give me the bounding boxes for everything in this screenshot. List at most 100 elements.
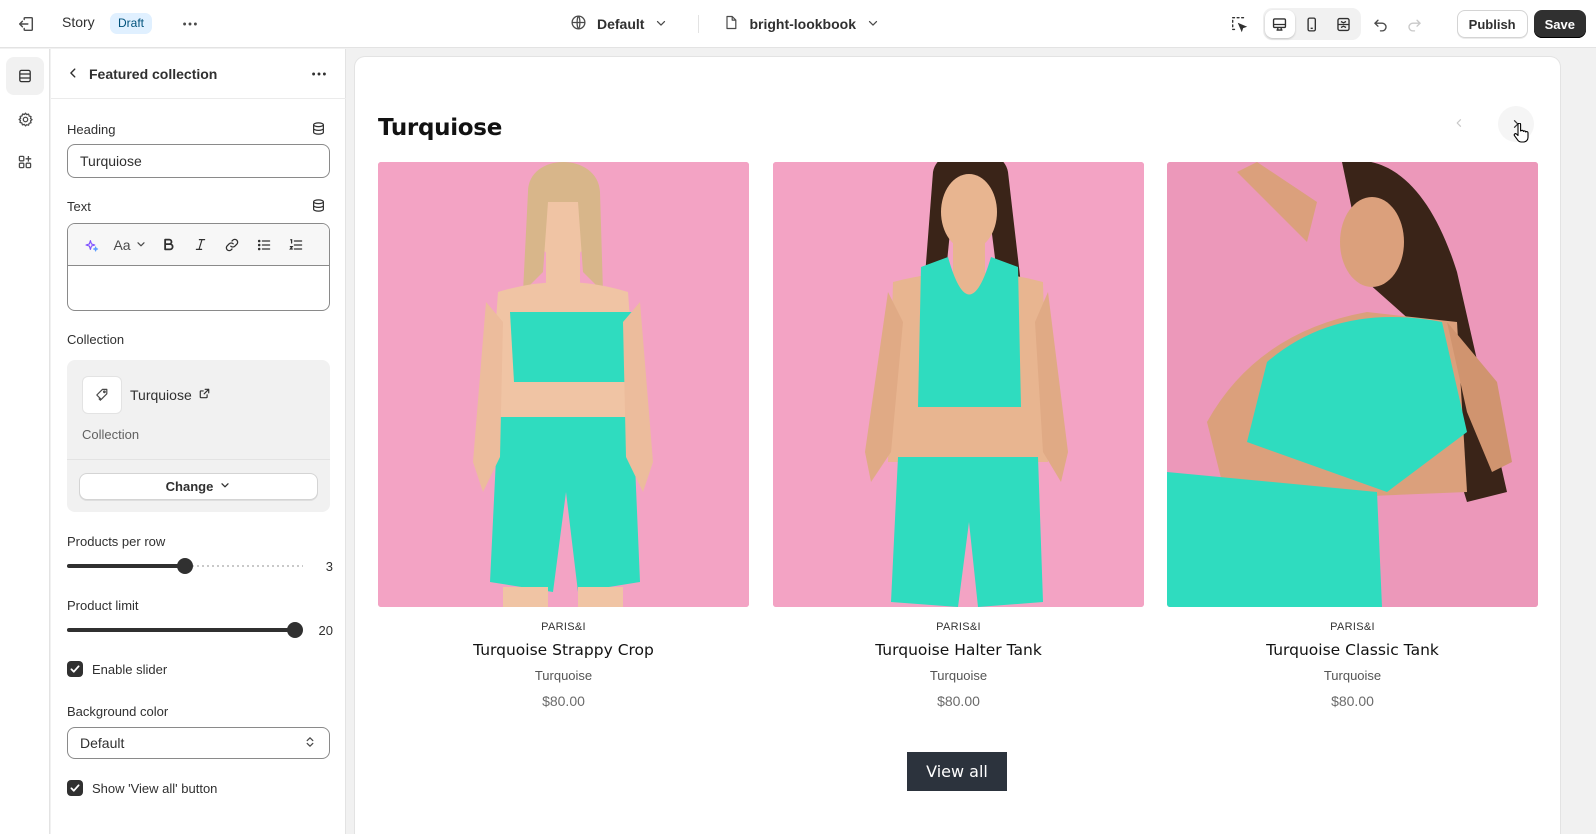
italic-icon[interactable] (184, 231, 216, 259)
font-style-dropdown[interactable]: Aa (108, 231, 152, 259)
numbered-list-icon[interactable] (280, 231, 312, 259)
redo-icon[interactable] (1401, 10, 1429, 38)
products-per-row-value: 3 (325, 559, 333, 574)
collection-link[interactable]: Turquiose (130, 387, 211, 403)
divider (67, 459, 330, 460)
enable-slider-label: Enable slider (92, 661, 168, 677)
left-rail (0, 49, 50, 834)
heading-input[interactable] (67, 144, 330, 178)
text-label: Text (67, 199, 91, 214)
product-limit-label: Product limit (67, 598, 139, 613)
product-image[interactable] (1167, 162, 1538, 607)
view-all-button[interactable]: View all (907, 752, 1007, 791)
top-bar: Story Draft Default bright-lookbook Publ… (0, 0, 1596, 48)
collection-type: Collection (82, 427, 140, 442)
storefront-preview: Turquiose PARIS&I Turquoise Strappy Crop… (355, 57, 1560, 834)
theme-template-selector: Default bright-lookbook (564, 10, 880, 38)
slider-thumb[interactable] (177, 558, 193, 574)
products-per-row-slider[interactable] (67, 558, 303, 574)
product-limit-value: 20 (318, 623, 333, 638)
chevron-down-icon (135, 237, 147, 253)
hand-cursor-icon (1513, 122, 1529, 146)
settings-icon[interactable] (6, 100, 44, 138)
database-icon[interactable] (310, 120, 326, 136)
collection-picker-card: Turquiose Collection Change (67, 360, 330, 512)
background-color-value: Default (80, 735, 125, 751)
template-label: bright-lookbook (749, 16, 856, 32)
bullet-list-icon[interactable] (248, 231, 280, 259)
arrow-left-icon[interactable] (1447, 111, 1471, 135)
divider (698, 15, 700, 33)
products-per-row-label: Products per row (67, 534, 166, 549)
product-title[interactable]: Turquoise Strappy Crop (378, 641, 749, 659)
sparkle-icon[interactable] (76, 231, 108, 259)
back-icon[interactable] (63, 63, 83, 83)
show-view-all-label: Show 'View all' button (92, 780, 218, 796)
product-image[interactable] (378, 162, 749, 607)
inspector-icon[interactable] (1225, 10, 1253, 38)
template-selector[interactable]: bright-lookbook (723, 14, 880, 34)
fullwidth-icon[interactable] (1329, 10, 1359, 38)
product-card[interactable]: PARIS&I Turquoise Classic Tank Turquoise… (1167, 162, 1538, 709)
product-title[interactable]: Turquoise Classic Tank (1167, 641, 1538, 659)
select-arrows-icon (303, 735, 317, 752)
publish-button[interactable]: Publish (1456, 10, 1528, 38)
product-vendor: PARIS&I (1330, 621, 1375, 633)
product-title[interactable]: Turquoise Halter Tank (773, 641, 1144, 659)
background-color-label: Background color (67, 704, 169, 719)
external-link-icon (198, 387, 211, 403)
product-variant: Turquoise (534, 668, 593, 683)
viewport-switcher (1262, 8, 1361, 40)
slider-fill (67, 628, 295, 632)
product-image[interactable] (773, 162, 1144, 607)
collection-label: Collection (67, 332, 125, 347)
tag-icon (82, 376, 122, 414)
theme-label: Default (597, 16, 645, 32)
slider-thumb[interactable] (287, 622, 303, 638)
product-vendor: PARIS&I (541, 621, 586, 633)
background-color-select[interactable]: Default (67, 727, 330, 759)
chevron-down-icon (866, 16, 880, 33)
collection-name: Turquiose (130, 387, 192, 403)
bold-icon[interactable] (152, 231, 184, 259)
apps-icon[interactable] (6, 143, 44, 181)
rich-text-editor: Aa (67, 223, 330, 311)
sections-icon[interactable] (6, 57, 44, 95)
product-card[interactable]: PARIS&I Turquoise Strappy Crop Turquoise… (378, 162, 749, 709)
change-label: Change (165, 479, 214, 494)
panel-header: Featured collection (51, 49, 346, 99)
enable-slider-checkbox-row[interactable]: Enable slider (67, 661, 167, 677)
page-icon (723, 14, 739, 34)
more-icon[interactable] (308, 63, 330, 85)
chevron-down-icon (219, 479, 231, 494)
checkmark-icon (70, 665, 80, 673)
product-price: $80.00 (937, 693, 980, 709)
globe-icon (570, 14, 587, 34)
toolbar-actions: Publish Save (1225, 8, 1586, 40)
product-card[interactable]: PARIS&I Turquoise Halter Tank Turquoise … (773, 162, 1144, 709)
status-badge: Draft (110, 13, 153, 34)
more-icon[interactable] (178, 12, 202, 36)
change-collection-button[interactable]: Change (79, 473, 318, 500)
panel-title: Featured collection (89, 66, 218, 82)
link-icon[interactable] (216, 231, 248, 259)
undo-icon[interactable] (1367, 10, 1395, 38)
product-limit-slider[interactable] (67, 622, 303, 638)
checkmark-icon (70, 784, 80, 792)
chevron-down-icon (654, 16, 668, 33)
section-heading: Turquiose (378, 115, 502, 141)
show-view-all-checkbox[interactable] (67, 780, 83, 796)
show-view-all-checkbox-row[interactable]: Show 'View all' button (67, 780, 217, 796)
theme-selector[interactable]: Default (564, 14, 674, 34)
database-icon[interactable] (310, 197, 326, 213)
product-price: $80.00 (542, 693, 585, 709)
enable-slider-checkbox[interactable] (67, 661, 83, 677)
mobile-icon[interactable] (1297, 10, 1327, 38)
slider-fill (67, 564, 185, 568)
save-button[interactable]: Save (1533, 10, 1586, 38)
product-variant: Turquoise (929, 668, 988, 683)
heading-label: Heading (67, 122, 116, 137)
product-price: $80.00 (1331, 693, 1374, 709)
desktop-icon[interactable] (1264, 10, 1295, 38)
exit-icon[interactable] (14, 12, 38, 36)
